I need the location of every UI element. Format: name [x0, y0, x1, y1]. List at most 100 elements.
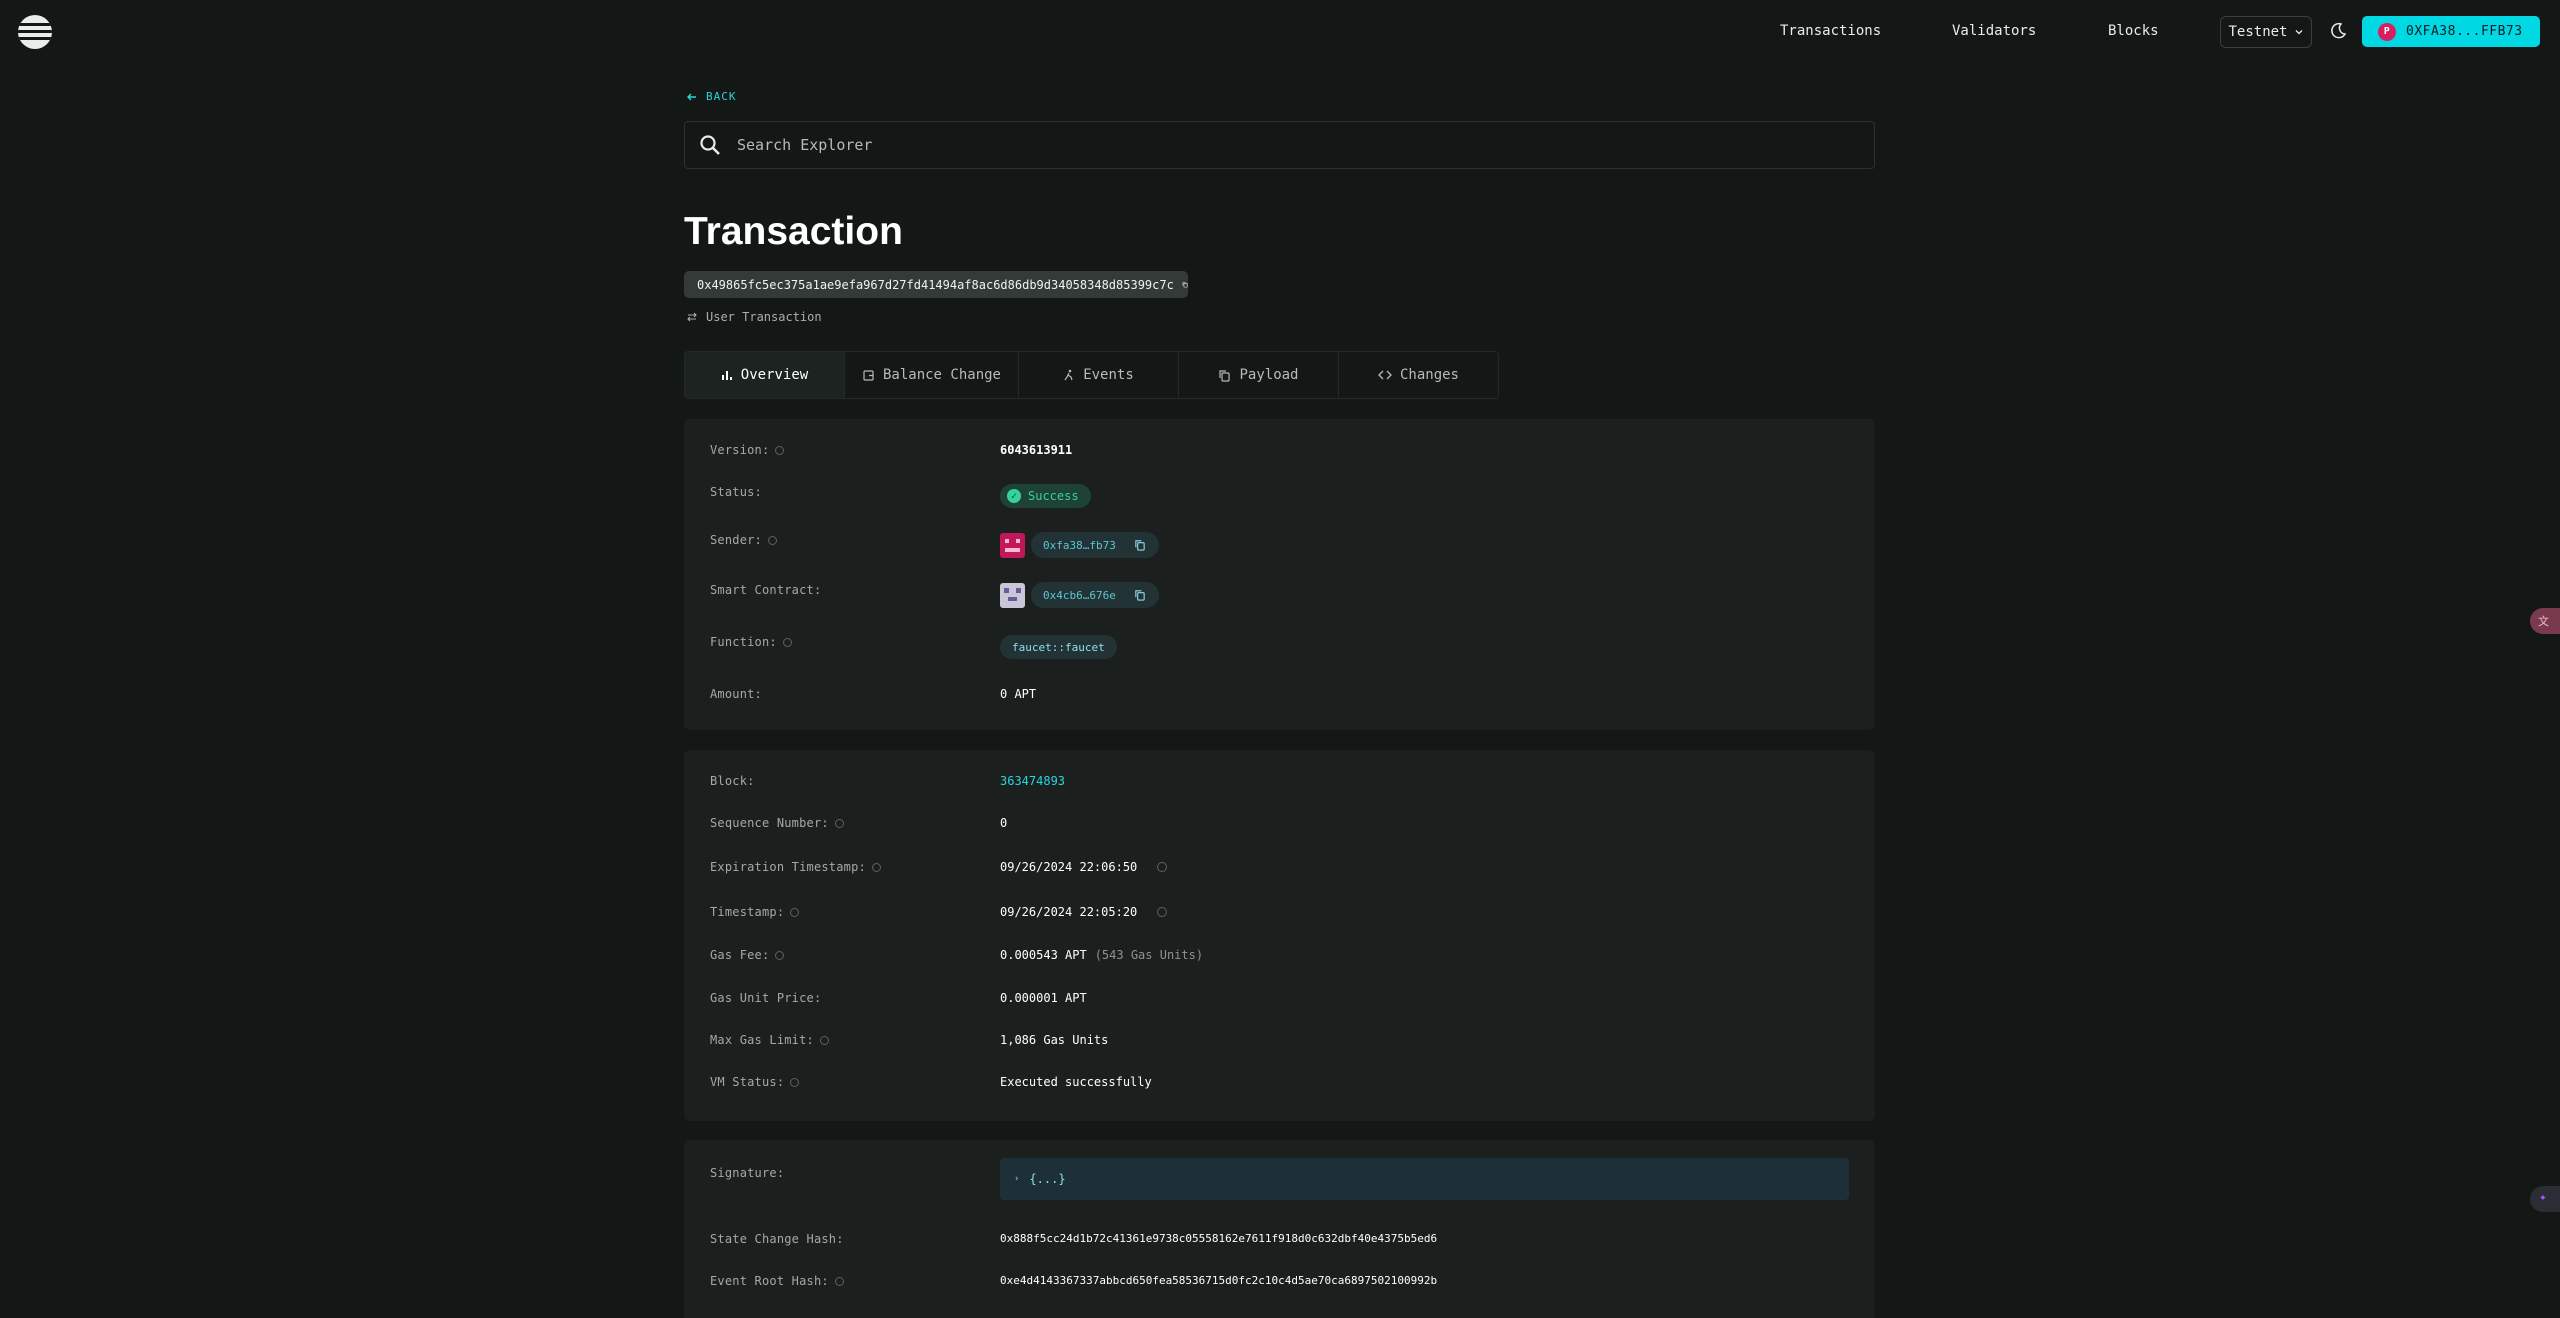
row-signature: Signature: › {...} [710, 1158, 1849, 1200]
wallet-button[interactable]: P 0XFA38...FFB73 [2362, 16, 2540, 47]
wallet-icon [863, 369, 874, 381]
overview-card: Version: 6043613911 Status: ✓ Success Se… [684, 419, 1875, 730]
row-label: VM Status: [710, 1075, 800, 1089]
chevron-right-icon[interactable]: › [1014, 1174, 1019, 1184]
function-pill[interactable]: faucet::faucet [1000, 635, 1117, 659]
contract-avatar [1000, 582, 1025, 608]
signature-box[interactable]: › {...} [1000, 1158, 1849, 1200]
search-icon [700, 135, 720, 155]
row-label: Gas Fee: [710, 948, 785, 962]
wallet-avatar-icon: P [2378, 22, 2396, 41]
vm-status-value: Executed successfully [1000, 1075, 1152, 1089]
block-link[interactable]: 363474893 [1000, 774, 1065, 788]
tab-overview[interactable]: Overview [685, 352, 845, 398]
row-function: Function: faucet::faucet [710, 635, 1849, 659]
expiration-value: 09/26/2024 22:06:50 [1000, 860, 1138, 874]
translate-icon: 文 [2538, 615, 2549, 628]
info-icon[interactable] [775, 950, 785, 960]
tab-label: Overview [740, 367, 809, 383]
row-vm-status: VM Status: Executed successfully [710, 1075, 1849, 1095]
tx-hash-pill: 0x49865fc5ec375a1ae9efa967d27fd41494af8a… [684, 271, 1188, 298]
tx-type-label: User Transaction [706, 310, 822, 324]
aptos-logo[interactable] [18, 15, 52, 49]
row-label: Sequence Number: [710, 816, 844, 830]
timestamp-value: 09/26/2024 22:05:20 [1000, 905, 1138, 919]
tab-label: Payload [1239, 367, 1299, 383]
row-version: Version: 6043613911 [710, 443, 1849, 463]
back-link[interactable]: BACK [686, 90, 737, 103]
row-sender: Sender: 0xfa38…fb73 [710, 532, 1849, 558]
row-label: Timestamp: [710, 905, 800, 919]
event-root-hash: 0xe4d4143367337abbcd650fea58536715d0fc2c… [1000, 1274, 1438, 1287]
row-label: Block: [710, 774, 755, 788]
tx-type: User Transaction [686, 310, 822, 324]
state-change-hash: 0x888f5cc24d1b72c41361e9738c05558162e761… [1000, 1232, 1438, 1245]
running-icon [1064, 369, 1073, 381]
gas-fee-value: 0.000543 APT [1000, 948, 1087, 962]
info-icon[interactable] [790, 1077, 800, 1087]
row-expiration: Expiration Timestamp: 09/26/2024 22:06:5… [710, 860, 1849, 880]
row-label: Signature: [710, 1166, 785, 1180]
arrow-left-icon [687, 93, 696, 100]
hashes-card: Signature: › {...} State Change Hash: 0x… [684, 1140, 1875, 1318]
info-icon[interactable] [775, 445, 785, 455]
nav-validators[interactable]: Validators [1952, 23, 2036, 39]
copy-icon[interactable] [1134, 539, 1146, 551]
copy-icon [1219, 369, 1231, 382]
row-label: Function: [710, 635, 792, 649]
row-sequence: Sequence Number: 0 [710, 816, 1849, 836]
info-icon[interactable] [819, 1035, 829, 1045]
info-icon[interactable] [767, 535, 777, 545]
row-max-gas: Max Gas Limit: 1,086 Gas Units [710, 1033, 1849, 1053]
nav-transactions[interactable]: Transactions [1780, 23, 1881, 39]
row-timestamp: Timestamp: 09/26/2024 22:05:20 [710, 905, 1849, 925]
row-label: Sender: [710, 533, 777, 547]
assistant-widget[interactable]: ✦ [2530, 1186, 2560, 1212]
sender-avatar [1000, 532, 1025, 558]
chevron-down-icon [2295, 30, 2302, 35]
row-state-change-hash: State Change Hash: 0x888f5cc24d1b72c4136… [710, 1232, 1849, 1252]
row-label: Gas Unit Price: [710, 991, 822, 1005]
max-gas-value: 1,086 Gas Units [1000, 1033, 1109, 1047]
tab-payload[interactable]: Payload [1179, 352, 1339, 398]
row-label: State Change Hash: [710, 1232, 844, 1246]
clock-icon [1157, 862, 1168, 872]
code-icon [1378, 370, 1392, 380]
signature-value: {...} [1029, 1172, 1066, 1186]
gas-units: (543 Gas Units) [1094, 948, 1204, 962]
search-input[interactable] [737, 136, 1837, 154]
swap-arrows-icon [687, 312, 697, 322]
version-value: 6043613911 [1000, 443, 1073, 457]
search-bar[interactable] [684, 121, 1875, 169]
info-icon[interactable] [834, 1276, 844, 1286]
sparkle-icon: ✦ [2539, 1190, 2547, 1205]
network-select[interactable]: Testnet [2220, 16, 2312, 48]
row-label: Amount: [710, 687, 762, 701]
copy-icon[interactable] [1182, 278, 1188, 291]
sender-address[interactable]: 0xfa38…fb73 [1031, 532, 1159, 558]
gas-price-value: 0.000001 APT [1000, 991, 1087, 1005]
contract-address[interactable]: 0x4cb6…676e [1031, 582, 1159, 608]
row-label: Max Gas Limit: [710, 1033, 829, 1047]
clock-icon [1157, 907, 1168, 917]
row-amount: Amount: 0 APT [710, 687, 1849, 707]
row-label: Expiration Timestamp: [710, 860, 881, 874]
nav-blocks[interactable]: Blocks [2108, 23, 2159, 39]
tab-balance-change[interactable]: Balance Change [845, 352, 1019, 398]
info-icon[interactable] [834, 818, 844, 828]
check-circle-icon: ✓ [1007, 489, 1021, 503]
moon-icon[interactable] [2328, 21, 2348, 41]
info-icon[interactable] [782, 637, 792, 647]
translate-widget[interactable]: 文 [2530, 608, 2560, 634]
tab-label: Changes [1399, 367, 1459, 383]
details-card: Block: 363474893 Sequence Number: 0 Expi… [684, 750, 1875, 1121]
tab-changes[interactable]: Changes [1339, 352, 1498, 398]
row-smart-contract: Smart Contract: 0x4cb6…676e [710, 582, 1849, 608]
info-icon[interactable] [871, 862, 881, 872]
copy-icon[interactable] [1134, 589, 1146, 601]
sequence-value: 0 [1000, 816, 1008, 830]
info-icon[interactable] [790, 907, 800, 917]
tab-events[interactable]: Events [1019, 352, 1179, 398]
tabs-bar: Overview Balance Change Events Payload C… [684, 351, 1499, 399]
network-label: Testnet [2228, 24, 2288, 40]
